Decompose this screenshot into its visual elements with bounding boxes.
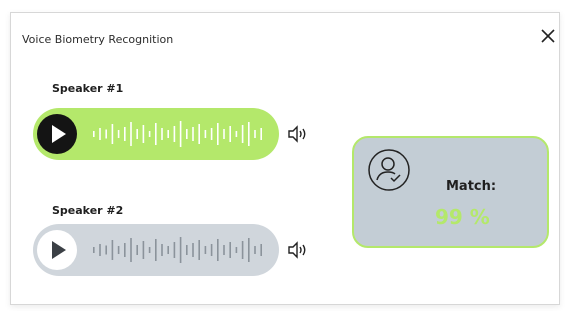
waveform-bar — [117, 130, 120, 138]
waveform-bar — [93, 131, 95, 137]
waveform-bar — [111, 124, 114, 144]
waveform — [93, 121, 262, 147]
waveform-bar — [198, 240, 200, 260]
waveform-bar — [99, 244, 101, 256]
waveform-bar — [136, 245, 138, 255]
waveform-bar — [229, 242, 231, 258]
close-icon[interactable] — [539, 27, 557, 45]
waveform-bar — [130, 122, 132, 146]
waveform-bar — [223, 245, 225, 255]
waveform-bar — [167, 130, 169, 138]
waveform — [93, 237, 262, 263]
waveform-bar — [217, 239, 219, 261]
waveform-bar — [229, 126, 231, 142]
waveform-bar — [148, 247, 151, 253]
speaker-2-audio-player[interactable] — [33, 224, 279, 276]
waveform-bar — [142, 241, 145, 259]
waveform-bar — [260, 128, 262, 140]
waveform-bar — [254, 130, 256, 138]
waveform-bar — [217, 123, 219, 145]
waveform-bar — [235, 247, 238, 253]
dialog-title: Voice Biometry Recognition — [22, 33, 174, 46]
waveform-bar — [210, 128, 213, 140]
waveform-bar — [254, 246, 256, 254]
match-percentage: 99 % — [435, 205, 490, 229]
waveform-bar — [161, 244, 163, 256]
waveform-bar — [105, 245, 107, 255]
speaker-2-play-button[interactable] — [37, 230, 77, 270]
waveform-bar — [179, 121, 182, 147]
waveform-bar — [248, 238, 250, 262]
waveform-bar — [260, 244, 262, 256]
waveform-bar — [198, 124, 200, 144]
waveform-bar — [111, 240, 114, 260]
play-icon — [52, 125, 66, 143]
waveform-bar — [124, 127, 126, 141]
waveform-bar — [241, 241, 244, 259]
waveform-bar — [117, 246, 120, 254]
waveform-bar — [136, 129, 138, 139]
waveform-bar — [99, 128, 101, 140]
waveform-bar — [167, 246, 169, 254]
waveform-bar — [210, 244, 213, 256]
waveform-bar — [105, 129, 107, 139]
volume-icon[interactable] — [287, 241, 309, 259]
waveform-bar — [235, 131, 238, 137]
speaker-2-label: Speaker #2 — [52, 204, 124, 217]
waveform-bar — [204, 130, 207, 138]
waveform-bar — [186, 245, 188, 255]
waveform-bar — [179, 237, 182, 263]
waveform-bar — [130, 238, 132, 262]
waveform-bar — [161, 128, 163, 140]
match-label: Match: — [446, 179, 497, 194]
waveform-bar — [204, 246, 207, 254]
speaker-1-audio-player[interactable] — [33, 108, 279, 160]
waveform-bar — [124, 243, 126, 257]
waveform-bar — [173, 242, 176, 258]
waveform-bar — [186, 129, 188, 139]
waveform-bar — [192, 127, 194, 141]
match-card: Match: 99 % — [352, 136, 549, 248]
waveform-bar — [192, 243, 194, 257]
play-icon — [52, 241, 66, 259]
waveform-bar — [142, 125, 145, 143]
volume-icon[interactable] — [287, 125, 309, 143]
waveform-bar — [223, 129, 225, 139]
speaker-1-label: Speaker #1 — [52, 82, 124, 95]
waveform-bar — [155, 123, 157, 145]
voice-biometry-dialog: Voice Biometry Recognition Speaker #1 Sp… — [10, 12, 560, 305]
waveform-bar — [248, 122, 250, 146]
waveform-bar — [173, 126, 176, 142]
speaker-1-play-button[interactable] — [37, 114, 77, 154]
waveform-bar — [148, 131, 151, 137]
waveform-bar — [241, 125, 244, 143]
waveform-bar — [93, 247, 95, 253]
waveform-bar — [155, 239, 157, 261]
